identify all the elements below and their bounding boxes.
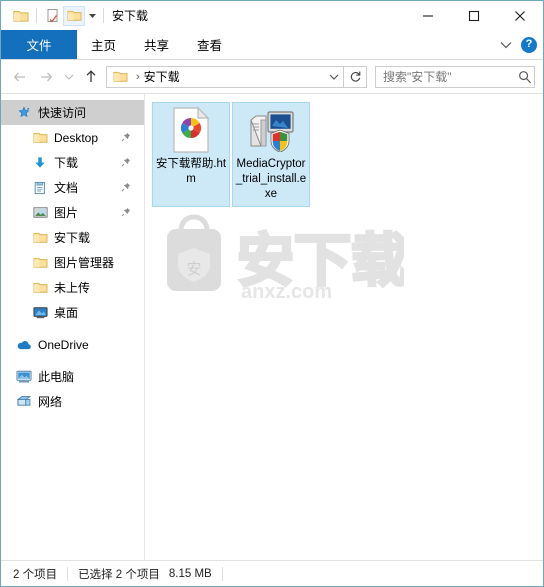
file-item-htm[interactable]: 安下载帮助.htm — [152, 102, 230, 207]
quick-access-toolbar: 安下载 — [1, 5, 149, 26]
watermark-domain-text: anxz.com — [241, 281, 332, 299]
file-item-exe[interactable]: MediaCryptor_trial_install.exe — [232, 102, 310, 207]
forward-button[interactable] — [33, 65, 59, 89]
pin-icon[interactable] — [121, 156, 131, 170]
window-controls — [405, 1, 543, 30]
status-bar: 2 个项目 已选择 2 个项目 8.15 MB — [1, 560, 543, 586]
sidebar-item-desktop-cn[interactable]: 桌面 — [1, 300, 144, 325]
sidebar-item-network[interactable]: 网络 — [1, 389, 144, 414]
recent-locations-icon[interactable] — [59, 65, 78, 89]
status-divider-right — [221, 566, 223, 581]
pin-icon[interactable] — [121, 181, 131, 195]
tab-share[interactable]: 共享 — [130, 30, 183, 59]
tab-view[interactable]: 查看 — [183, 30, 236, 59]
status-divider — [67, 566, 69, 581]
file-list-pane[interactable]: 安 安下载 anxz.com 安下载帮助.htm MediaCryptor_tr… — [145, 94, 543, 560]
sidebar-item-label: 图片 — [54, 206, 79, 220]
sidebar-item-documents[interactable]: 文档 — [1, 175, 144, 200]
sidebar-item-label: 安下载 — [54, 231, 91, 245]
navigation-pane: 快速访问 Desktop 下载 文档 图片 安下载 图片管理器 未上传 桌面 O… — [1, 94, 145, 560]
breadcrumb-separator: › — [136, 70, 140, 83]
folder-icon — [31, 256, 49, 269]
selection-size-label: 8.15 MB — [168, 567, 212, 580]
onedrive-icon — [15, 339, 33, 351]
sidebar-item-this-pc[interactable]: 此电脑 — [1, 364, 144, 389]
documents-icon — [31, 181, 49, 195]
folder-icon — [31, 281, 49, 294]
sidebar-item-label: 桌面 — [54, 306, 79, 320]
item-count-label: 2 个项目 — [13, 568, 58, 581]
sidebar-item-label: 文档 — [54, 181, 79, 195]
sidebar-item-quick-access[interactable]: 快速访问 — [1, 100, 144, 125]
breadcrumb[interactable]: › 安下载 — [106, 65, 344, 88]
title-divider — [103, 8, 104, 23]
download-icon — [31, 156, 49, 170]
tab-file[interactable]: 文件 — [1, 30, 77, 59]
file-explorer-window: 安下载 文件 主页 共享 查看 ? › 安下载 搜索"安下载" 快速访问 Des… — [0, 0, 544, 587]
minimize-button[interactable] — [405, 1, 451, 30]
pin-icon[interactable] — [121, 206, 131, 220]
pictures-icon — [31, 206, 49, 219]
sidebar-item-label: OneDrive — [38, 337, 89, 352]
toolbar-divider — [36, 8, 37, 23]
sidebar-item-pictures[interactable]: 图片 — [1, 200, 144, 225]
breadcrumb-current[interactable]: 安下载 — [144, 68, 180, 85]
sidebar-item-desktop-en[interactable]: Desktop — [1, 125, 144, 150]
main-body: 快速访问 Desktop 下载 文档 图片 安下载 图片管理器 未上传 桌面 O… — [1, 93, 543, 560]
this-pc-icon — [15, 370, 33, 383]
sidebar-item-label: 图片管理器 — [54, 256, 115, 270]
file-name: MediaCryptor_trial_install.exe — [235, 158, 307, 200]
search-input[interactable] — [376, 69, 516, 84]
chevron-down-icon[interactable] — [500, 38, 512, 52]
sidebar-item-label: 下载 — [54, 156, 79, 170]
quick-access-dropdown-icon[interactable] — [85, 6, 99, 26]
exe-installer-icon — [247, 106, 295, 154]
folder-icon[interactable] — [10, 6, 32, 26]
tab-home[interactable]: 主页 — [77, 30, 130, 59]
file-name: 安下载帮助.htm — [155, 158, 227, 185]
ribbon-tabs: 文件 主页 共享 查看 ? — [1, 30, 543, 60]
watermark-badge-text: 安 — [186, 261, 201, 278]
desktop-icon — [31, 306, 49, 319]
properties-icon[interactable] — [41, 6, 63, 26]
sidebar-item-label: Desktop — [54, 130, 99, 145]
maximize-button[interactable] — [451, 1, 497, 30]
network-icon — [15, 395, 33, 408]
window-title: 安下载 — [112, 9, 149, 23]
nav-group-gap — [1, 357, 144, 364]
sidebar-item-label: 网络 — [38, 395, 63, 409]
file-tiles: 安下载帮助.htm MediaCryptor_trial_install.exe — [145, 94, 543, 209]
address-bar: › 安下载 — [1, 60, 543, 93]
selection-label: 已选择 2 个项目 — [78, 568, 160, 581]
back-button[interactable] — [7, 65, 33, 89]
sidebar-item-downloads[interactable]: 下载 — [1, 150, 144, 175]
breadcrumb-dropdown-icon[interactable] — [325, 73, 343, 81]
sidebar-item-picture-manager[interactable]: 图片管理器 — [1, 250, 144, 275]
refresh-button[interactable] — [344, 65, 367, 88]
watermark-main-text: 安下载 — [237, 229, 404, 293]
html-file-icon — [167, 106, 215, 154]
folder-icon — [31, 131, 49, 144]
sidebar-item-label: 快速访问 — [38, 106, 87, 120]
breadcrumb-folder-icon — [107, 70, 132, 83]
help-icon[interactable]: ? — [521, 36, 537, 53]
search-box[interactable] — [375, 65, 535, 88]
title-bar: 安下载 — [1, 1, 543, 30]
search-icon[interactable] — [516, 70, 534, 84]
sidebar-item-not-uploaded[interactable]: 未上传 — [1, 275, 144, 300]
close-button[interactable] — [497, 1, 543, 30]
sidebar-item-label: 未上传 — [54, 281, 91, 295]
sidebar-item-anxiazai[interactable]: 安下载 — [1, 225, 144, 250]
folder-icon — [31, 231, 49, 244]
watermark: 安 安下载 anxz.com — [159, 204, 410, 303]
sidebar-item-onedrive[interactable]: OneDrive — [1, 332, 144, 357]
ribbon-right-controls: ? — [500, 30, 537, 59]
sidebar-item-label: 此电脑 — [38, 370, 75, 384]
new-folder-icon[interactable] — [63, 5, 85, 26]
nav-group-gap — [1, 325, 144, 332]
up-button[interactable] — [78, 65, 104, 89]
pin-icon[interactable] — [121, 131, 131, 145]
star-icon — [15, 106, 33, 120]
